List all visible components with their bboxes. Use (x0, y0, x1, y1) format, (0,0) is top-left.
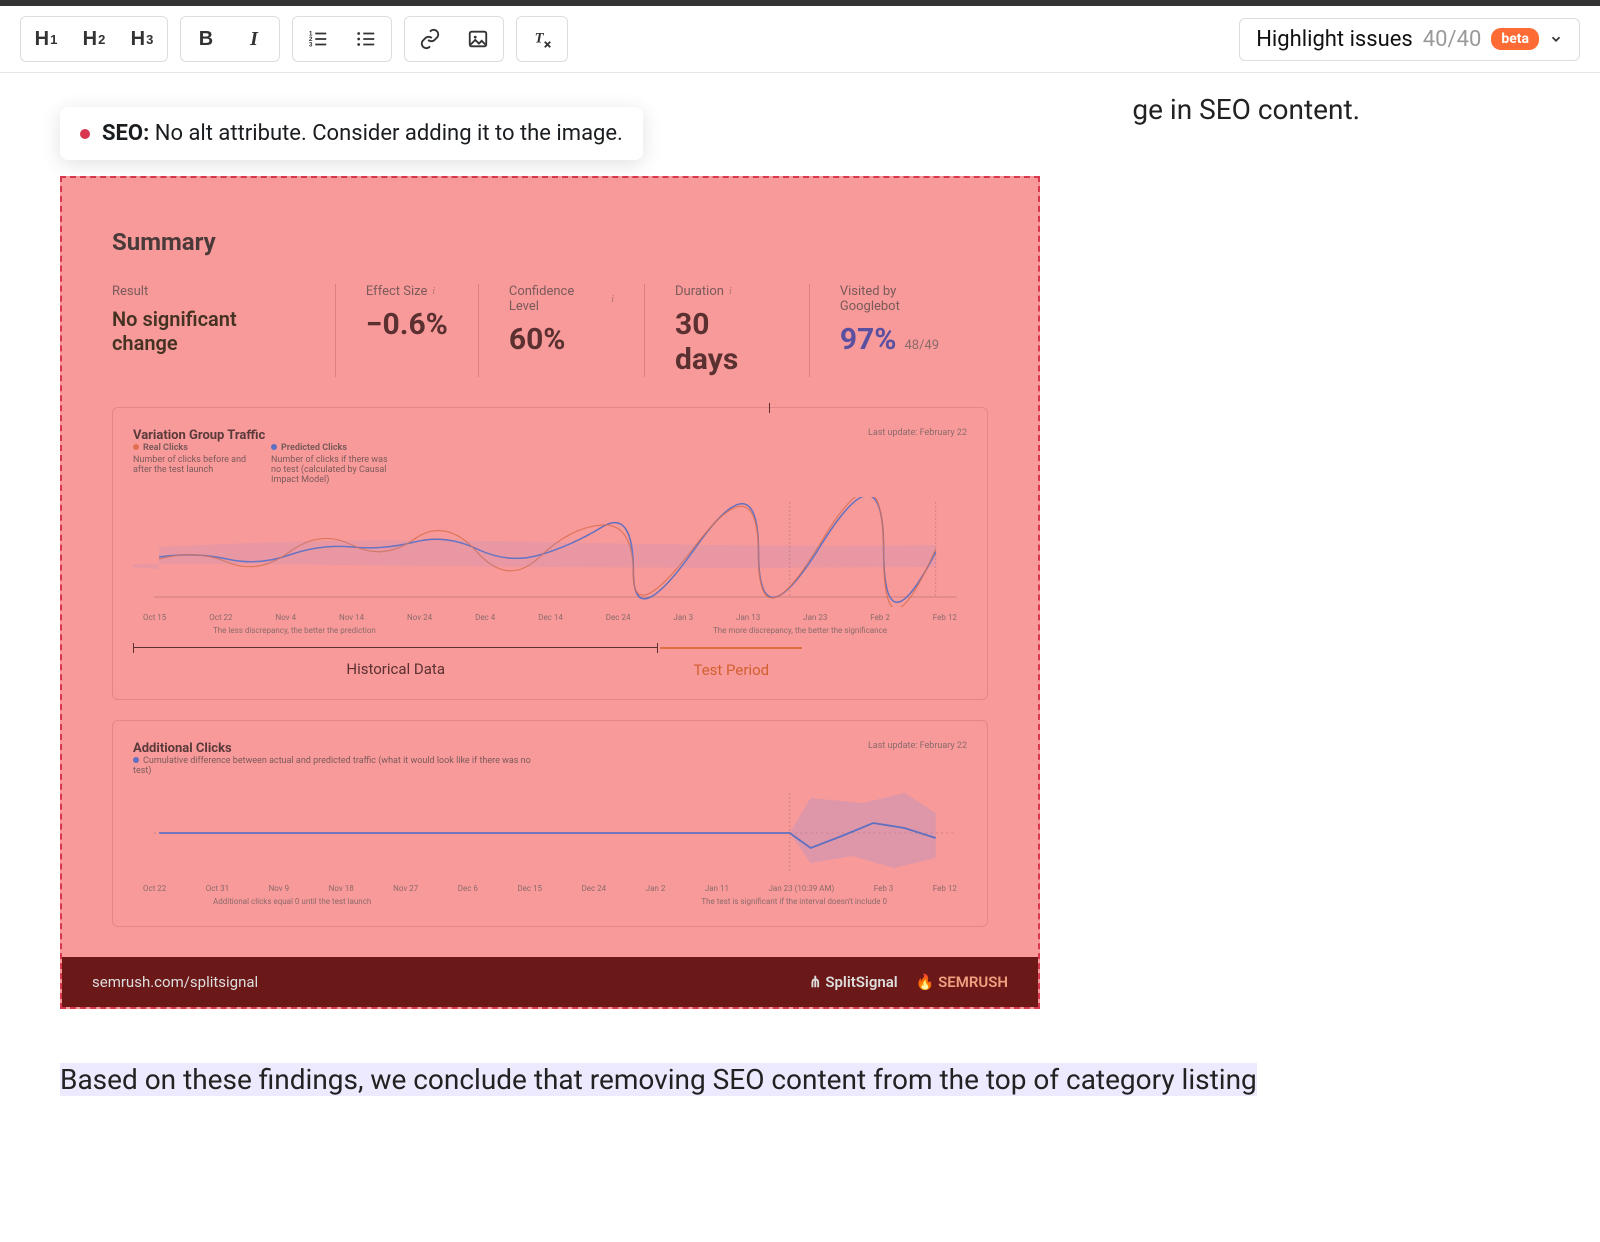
splitsignal-logo: ⋔ SplitSignal (809, 973, 898, 991)
chevron-down-icon (1549, 32, 1563, 46)
metric-result-value: No significant change (112, 307, 305, 355)
chart2-legend-desc: Cumulative difference between actual and… (133, 756, 531, 776)
h1-button[interactable]: H1 (25, 21, 67, 57)
chart1-caption-right: The more discrepancy, the better the sig… (713, 626, 887, 635)
editor-toolbar: H1 H2 H3 B I 123 T Highlight issues 40/4… (0, 6, 1600, 73)
metric-effect-value: −0.6% (366, 307, 448, 342)
semrush-logo: 🔥 SEMRUSH (916, 973, 1008, 991)
clear-format-button[interactable]: T (521, 21, 563, 57)
ordered-list-icon: 123 (307, 28, 329, 50)
metric-googlebot-value: 97% (840, 322, 897, 357)
chart1-body (133, 497, 967, 607)
chart2-caption-right: The test is significant if the interval … (701, 897, 887, 906)
chart2-title: Additional Clicks (133, 741, 533, 756)
legend-pred-desc: Number of clicks if there was no test (c… (271, 455, 391, 485)
info-icon: i (432, 286, 435, 297)
metric-effect-label: Effect Size (366, 284, 427, 299)
issue-message: No alt attribute. Consider adding it to … (155, 121, 623, 146)
metric-duration-value: 30 days (675, 307, 779, 377)
metric-result-label: Result (112, 284, 305, 299)
summary-card: Summary Result No significant change Eff… (112, 228, 988, 927)
legend-pred-name: Predicted Clicks (281, 443, 347, 453)
info-icon: i (729, 286, 732, 297)
chart1-caption-left: The less discrepancy, the better the pre… (213, 626, 376, 635)
metric-confidence-label: Confidence Level (509, 284, 606, 314)
unordered-list-button[interactable] (345, 21, 387, 57)
highlight-label: Highlight issues (1256, 27, 1413, 52)
chart2-update: Last update: February 22 (868, 741, 967, 776)
ordered-list-button[interactable]: 123 (297, 21, 339, 57)
chart1-xaxis: Oct 15Oct 22Nov 4Nov 14Nov 24Dec 4Dec 14… (133, 613, 967, 622)
chart-additional-clicks: Additional Clicks Cumulative difference … (112, 720, 988, 927)
h3-button[interactable]: H3 (121, 21, 163, 57)
chart2-body (133, 788, 967, 878)
legend-real-name: Real Clicks (143, 443, 188, 453)
editor-content: ge in SEO content. SEO: No alt attribute… (0, 73, 1600, 1141)
bold-button[interactable]: B (185, 21, 227, 57)
clear-format-icon: T (531, 28, 553, 50)
highlight-issues-dropdown[interactable]: Highlight issues 40/40 beta (1239, 18, 1580, 61)
unordered-list-icon (355, 28, 377, 50)
h2-button[interactable]: H2 (73, 21, 115, 57)
svg-text:T: T (535, 31, 545, 47)
list-group: 123 (292, 16, 392, 62)
period-test: Test Period (660, 647, 802, 679)
chart2-xaxis: Oct 22Oct 31Nov 9Nov 18Nov 27Dec 6Dec 15… (133, 884, 967, 893)
format-group: B I (180, 16, 280, 62)
issue-dot-icon (80, 129, 90, 139)
chart2-caption-left: Additional clicks equal 0 until the test… (213, 897, 371, 906)
link-button[interactable] (409, 21, 451, 57)
metric-duration-label: Duration (675, 284, 724, 299)
period-bar: Historical Data Test Period (133, 647, 967, 679)
chart1-title: Variation Group Traffic (133, 428, 391, 443)
metric-confidence-value: 60% (509, 322, 614, 357)
summary-title: Summary (112, 228, 988, 256)
flagged-image-region[interactable]: Summary Result No significant change Eff… (60, 176, 1040, 1009)
period-historical: Historical Data (133, 647, 658, 679)
italic-button[interactable]: I (233, 21, 275, 57)
image-footer: semrush.com/splitsignal ⋔ SplitSignal 🔥 … (62, 957, 1038, 1007)
info-icon: i (611, 294, 614, 305)
image-button[interactable] (457, 21, 499, 57)
heading-group: H1 H2 H3 (20, 16, 168, 62)
chart1-update: Last update: February 22 (868, 428, 967, 485)
highlight-count: 40/40 (1423, 27, 1482, 52)
beta-badge: beta (1491, 28, 1539, 50)
legend-real-desc: Number of clicks before and after the te… (133, 455, 253, 475)
link-icon (419, 28, 441, 50)
insert-group (404, 16, 504, 62)
metric-googlebot-sub: 48/49 (904, 338, 939, 353)
footer-url: semrush.com/splitsignal (92, 973, 258, 991)
metric-googlebot-label: Visited by Googlebot (840, 284, 958, 314)
image-icon (467, 28, 489, 50)
body-paragraph: Based on these findings, we conclude tha… (60, 1059, 1540, 1101)
clear-group: T (516, 16, 568, 62)
metrics-row: Result No significant change Effect Size… (112, 284, 988, 377)
chart-variation-traffic: Variation Group Traffic Real Clicks Numbe… (112, 407, 988, 700)
seo-issue-tooltip[interactable]: SEO: No alt attribute. Consider adding i… (60, 107, 643, 160)
svg-text:3: 3 (309, 41, 313, 48)
issue-category: SEO: (102, 121, 149, 146)
